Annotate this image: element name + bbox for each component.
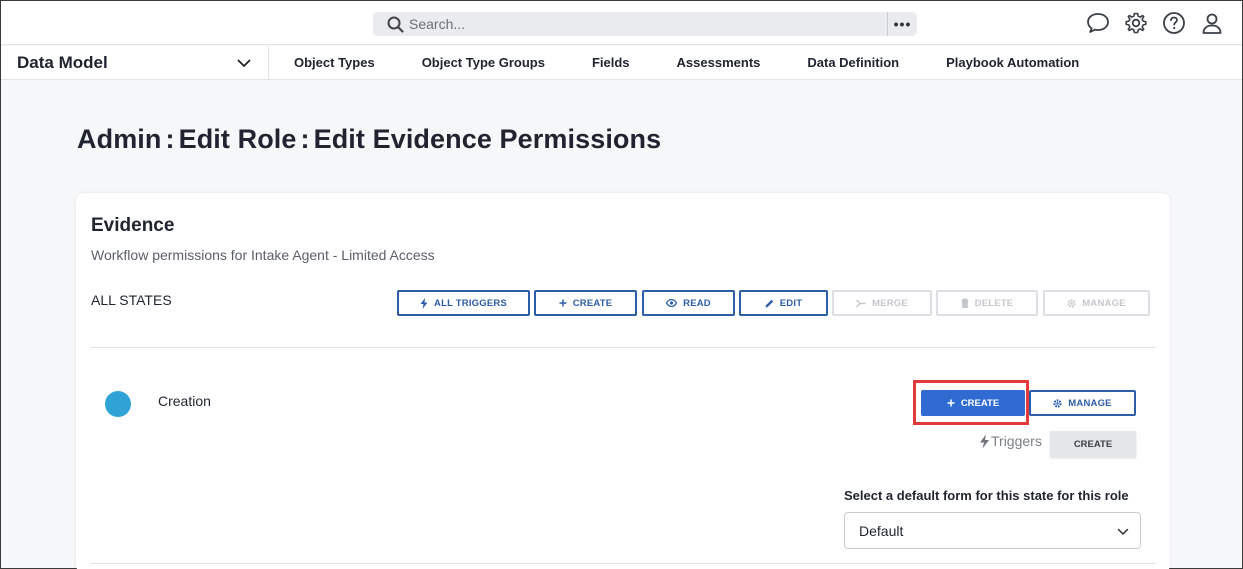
default-form-value: Default — [859, 522, 904, 539]
bolt-icon — [420, 297, 428, 309]
nav-item-playbook-automation[interactable]: Playbook Automation — [946, 55, 1079, 70]
all-states-label: ALL STATES — [91, 292, 172, 308]
plus-icon — [559, 299, 567, 307]
trash-icon — [961, 298, 969, 308]
plus-icon — [947, 399, 955, 407]
module-selector[interactable]: Data Model — [1, 46, 269, 79]
search-bar[interactable]: ••• — [373, 12, 917, 36]
chevron-down-icon — [1116, 525, 1130, 539]
top-bar: ••• — [1, 1, 1242, 45]
all-delete-label: DELETE — [974, 297, 1014, 309]
all-manage-button[interactable]: MANAGE — [1043, 290, 1150, 316]
card-subtitle: Workflow permissions for Intake Agent - … — [91, 247, 435, 263]
merge-icon — [856, 299, 866, 307]
all-triggers-button[interactable]: ALL TRIGGERS — [397, 290, 530, 316]
nav-item-data-definition[interactable]: Data Definition — [807, 55, 899, 70]
divider — [91, 563, 1156, 564]
all-create-button[interactable]: CREATE — [534, 290, 637, 316]
breadcrumb-edit-role[interactable]: Edit Role — [179, 124, 297, 154]
nav-bar: Data Model Object Types Object Type Grou… — [1, 46, 1242, 80]
search-icon — [387, 15, 405, 33]
default-form-select[interactable]: Default — [844, 512, 1141, 549]
all-delete-button[interactable]: DELETE — [936, 290, 1038, 316]
all-read-button[interactable]: READ — [642, 290, 735, 316]
divider — [91, 347, 1156, 348]
breadcrumb-admin[interactable]: Admin — [77, 124, 162, 154]
all-merge-button[interactable]: MERGE — [832, 290, 932, 316]
state-create-label: CREATE — [960, 397, 1000, 409]
nav-item-fields[interactable]: Fields — [592, 55, 630, 70]
all-triggers-label: ALL TRIGGERS — [434, 297, 507, 309]
state-color-dot — [105, 391, 131, 417]
cog-icon — [1067, 298, 1076, 308]
cog-icon — [1053, 398, 1062, 408]
nav-item-object-types[interactable]: Object Types — [294, 55, 375, 70]
breadcrumb-current: Edit Evidence Permissions — [313, 124, 662, 154]
card-title: Evidence — [91, 215, 175, 236]
breadcrumb-separator: : — [165, 124, 175, 154]
state-name: Creation — [158, 393, 211, 409]
user-icon[interactable] — [1200, 11, 1224, 35]
all-edit-label: EDIT — [779, 297, 803, 309]
nav-item-object-type-groups[interactable]: Object Type Groups — [422, 55, 545, 70]
all-read-label: READ — [683, 297, 711, 309]
bolt-icon — [980, 434, 989, 448]
pencil-icon — [765, 299, 773, 307]
permissions-card: Evidence Workflow permissions for Intake… — [76, 193, 1170, 569]
state-create-button[interactable]: CREATE — [921, 390, 1025, 416]
breadcrumb-separator: : — [300, 124, 310, 154]
gear-icon[interactable] — [1124, 11, 1148, 35]
eye-icon — [666, 299, 678, 307]
all-merge-label: MERGE — [872, 297, 908, 309]
chat-icon[interactable] — [1086, 11, 1110, 35]
all-edit-button[interactable]: EDIT — [739, 290, 828, 316]
module-label: Data Model — [17, 52, 108, 72]
state-manage-label: MANAGE — [1068, 397, 1112, 409]
chevron-down-icon — [236, 55, 252, 71]
search-input[interactable] — [409, 13, 879, 35]
all-manage-label: MANAGE — [1082, 297, 1126, 309]
nav-item-assessments[interactable]: Assessments — [677, 55, 761, 70]
all-create-label: CREATE — [572, 297, 613, 309]
triggers-label: Triggers — [979, 433, 1042, 449]
trigger-create-button[interactable]: CREATE — [1050, 431, 1136, 457]
help-icon[interactable] — [1162, 11, 1186, 35]
default-form-label: Select a default form for this state for… — [844, 488, 1129, 503]
search-more-button[interactable]: ••• — [887, 12, 917, 36]
triggers-text: Triggers — [991, 433, 1042, 449]
page-title: Admin: Edit Role: Edit Evidence Permission… — [77, 124, 661, 155]
state-manage-button[interactable]: MANAGE — [1029, 390, 1136, 416]
